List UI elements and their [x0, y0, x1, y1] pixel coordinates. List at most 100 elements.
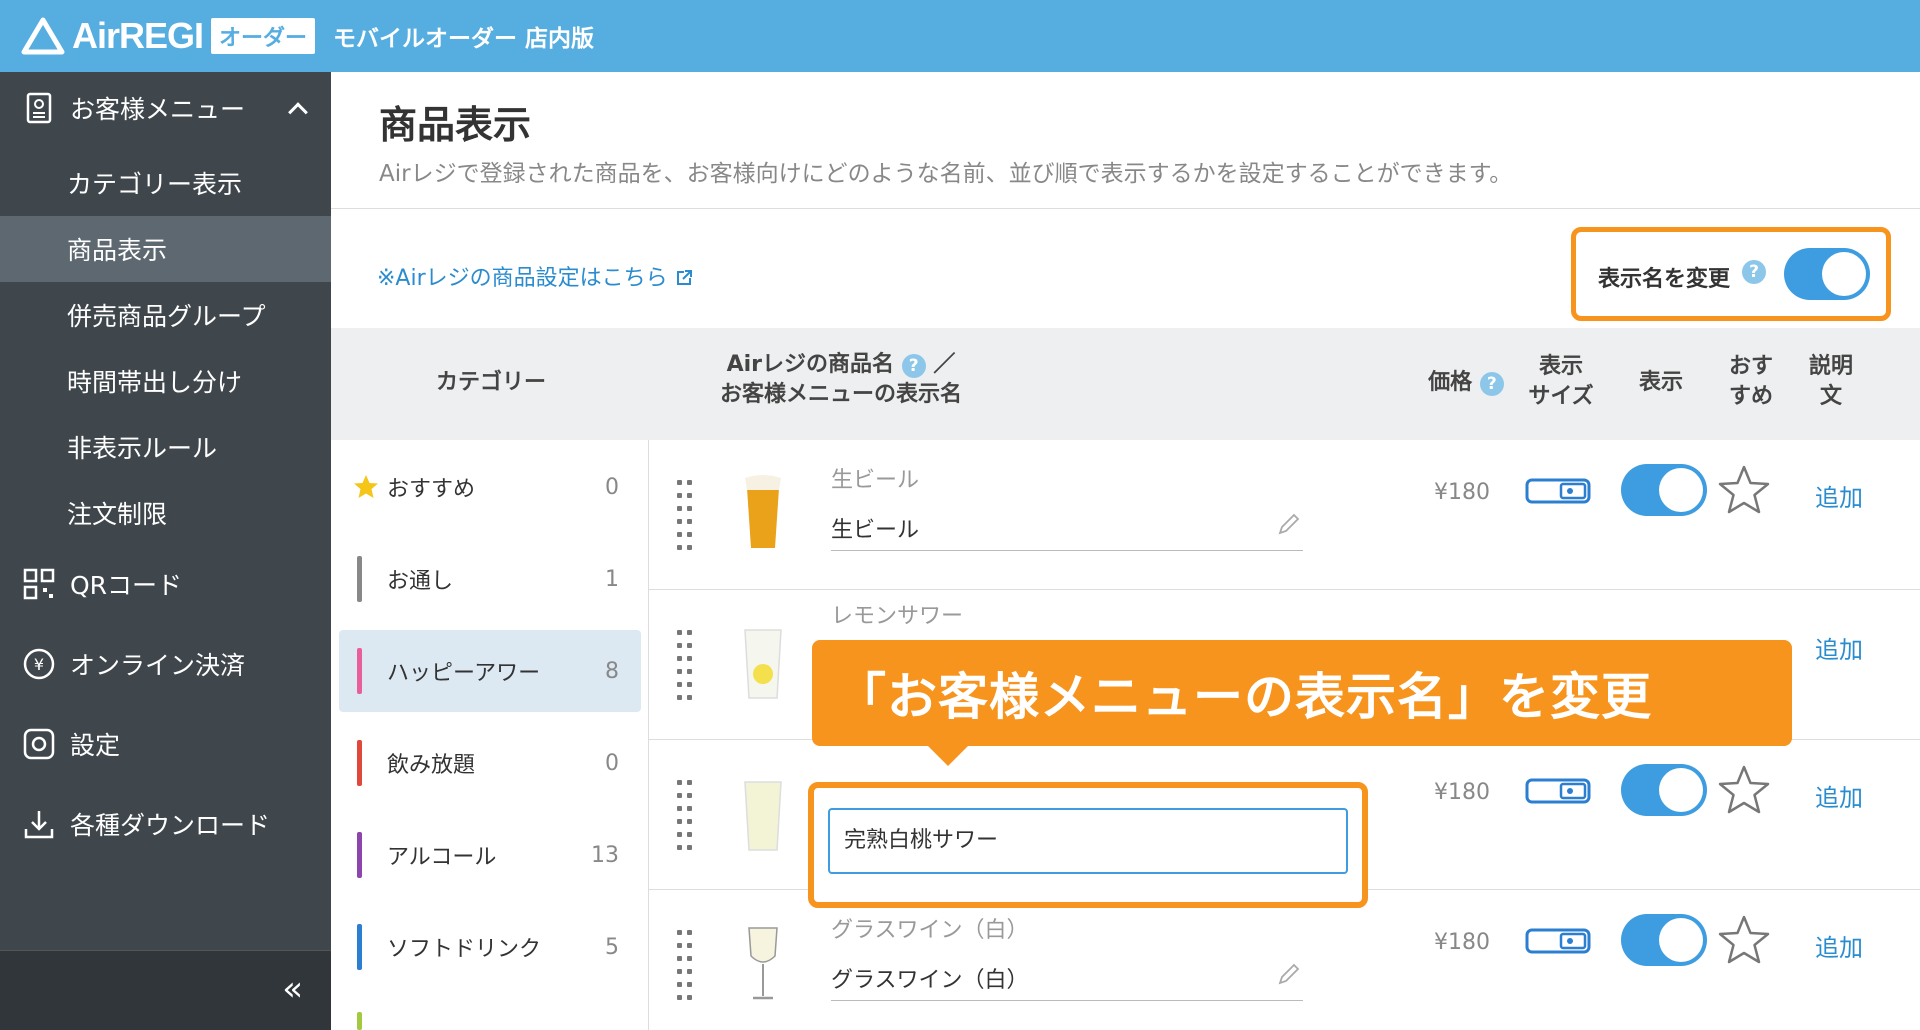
display-name-toggle-highlight: 表示名を変更 ?: [1571, 227, 1891, 321]
display-size-icon[interactable]: [1525, 778, 1591, 804]
star-outline-icon[interactable]: [1717, 914, 1771, 966]
callout-pointer: [926, 744, 970, 766]
category-item[interactable]: おすすめ 0: [339, 446, 641, 528]
add-description-link[interactable]: 追加: [1815, 778, 1863, 813]
sidebar-item-label: 各種ダウンロード: [70, 811, 271, 840]
category-name: お通し: [387, 569, 454, 594]
category-count: 5: [605, 934, 619, 960]
sidebar-item-label: 設定: [70, 731, 121, 760]
display-toggle[interactable]: [1621, 764, 1707, 816]
category-list: おすすめ 0 お通し 1 ハッピーアワー 8 飲み放題 0 アルコール 13 ソ…: [331, 440, 649, 1030]
white-wine-image: [748, 927, 778, 1000]
star-filled-icon: [354, 475, 378, 498]
star-outline-icon[interactable]: [1717, 764, 1771, 816]
toggle-label: 表示名を変更: [1598, 267, 1731, 292]
peach-sour-image: [744, 781, 782, 851]
sidebar-item-label: オンライン決済: [70, 651, 246, 680]
sidebar-item-settings[interactable]: 設定: [0, 708, 331, 780]
display-size-icon[interactable]: [1525, 478, 1591, 504]
category-count: 0: [605, 750, 619, 776]
category-item[interactable]: ハッピーアワー 8: [339, 630, 641, 712]
airregi-product-name: グラスワイン（白）: [831, 918, 1029, 943]
sidebar-item-timeslot[interactable]: 時間帯出し分け: [0, 348, 331, 414]
drag-handle-icon[interactable]: [677, 930, 695, 1002]
col-description: 説明文: [1801, 352, 1861, 412]
col-name-slash: ／: [933, 352, 956, 377]
col-size-line1: 表示: [1538, 354, 1583, 379]
category-count: 8: [605, 658, 619, 684]
page-title: 商品表示: [379, 103, 532, 147]
add-description-link[interactable]: 追加: [1815, 928, 1863, 963]
display-name-underline: [831, 1000, 1303, 1001]
airregi-product-name: 生ビール: [831, 468, 920, 493]
display-name-value[interactable]: 生ビール: [831, 512, 919, 544]
col-desc-line1: 説明: [1808, 354, 1853, 379]
pencil-icon[interactable]: [1277, 962, 1301, 986]
download-icon: [24, 811, 54, 839]
sidebar: お客様メニュー カテゴリー表示 商品表示 併売商品グループ 時間帯出し分け 非表…: [0, 72, 331, 1030]
category-name: 飲み放題: [387, 753, 476, 778]
category-item[interactable]: ソフトドリンク 5: [339, 906, 641, 988]
svg-text:¥: ¥: [34, 655, 44, 674]
help-icon[interactable]: ?: [1742, 260, 1766, 284]
help-icon[interactable]: ?: [901, 354, 926, 378]
display-name-underline: [831, 550, 1303, 551]
category-count: 1: [605, 566, 619, 592]
category-color-bar: [357, 740, 362, 786]
gear-icon: [23, 728, 55, 760]
add-description-link[interactable]: 追加: [1815, 478, 1863, 513]
sidebar-item-label: QRコード: [70, 571, 183, 600]
drag-handle-icon[interactable]: [677, 480, 695, 552]
category-color-bar: [357, 648, 362, 694]
category-item[interactable]: お通し 1: [339, 538, 641, 620]
category-name: アルコール: [387, 845, 497, 870]
col-price-label: 価格: [1428, 370, 1473, 395]
category-item[interactable]: 飲み放題 0: [339, 722, 641, 804]
menu-book-icon: [26, 92, 52, 124]
collapse-sidebar-button[interactable]: «: [282, 969, 303, 1009]
drag-handle-icon[interactable]: [677, 780, 695, 852]
display-name-toggle[interactable]: [1784, 248, 1870, 300]
airregi-product-settings-link[interactable]: ※Airレジの商品設定はこちら: [377, 260, 693, 292]
display-name-input[interactable]: 完熟白桃サワー: [828, 808, 1348, 874]
display-name-value[interactable]: グラスワイン（白）: [831, 962, 1029, 994]
sidebar-item-bundle-group[interactable]: 併売商品グループ: [0, 282, 331, 348]
category-name: おすすめ: [387, 477, 476, 502]
divider: [331, 208, 1920, 209]
category-item[interactable]: [339, 998, 641, 1030]
app-header: AirREGI オーダー モバイルオーダー 店内版: [0, 0, 1920, 72]
display-size-icon[interactable]: [1525, 928, 1591, 954]
instruction-callout: 「お客様メニューの表示名」を変更: [812, 640, 1792, 746]
col-category: カテゴリー: [435, 370, 546, 395]
link-label: ※Airレジの商品設定はこちら: [377, 266, 668, 291]
col-recommend: おす すめ: [1721, 352, 1781, 412]
star-outline-icon[interactable]: [1717, 464, 1771, 516]
sidebar-item-downloads[interactable]: 各種ダウンロード: [0, 788, 331, 860]
sidebar-item-hide-rule[interactable]: 非表示ルール: [0, 414, 331, 480]
logo-text: AirREGI: [72, 15, 204, 56]
sidebar-item-online-payment[interactable]: ¥ オンライン決済: [0, 628, 331, 700]
sidebar-item-order-limit[interactable]: 注文制限: [0, 480, 331, 546]
display-toggle[interactable]: [1621, 464, 1707, 516]
help-icon[interactable]: ?: [1479, 372, 1504, 396]
sidebar-item-customer-menu[interactable]: お客様メニュー: [0, 72, 331, 144]
logo-badge: オーダー: [211, 18, 316, 54]
header-subtitle: モバイルオーダー 店内版: [333, 26, 595, 52]
category-color-bar: [357, 924, 362, 970]
sidebar-item-product-display[interactable]: 商品表示: [0, 216, 331, 282]
category-name: ソフトドリンク: [387, 937, 542, 962]
category-count: 0: [605, 474, 619, 500]
category-name: ハッピーアワー: [387, 661, 541, 686]
airregi-product-name: レモンサワー: [831, 604, 964, 629]
drag-handle-icon[interactable]: [677, 630, 695, 702]
table-header: カテゴリー Airレジの商品名 ? ／ お客様メニューの表示名 価格 ? 表示サ…: [331, 328, 1920, 440]
add-description-link[interactable]: 追加: [1815, 630, 1863, 665]
sidebar-item-qrcode[interactable]: QRコード: [0, 548, 331, 620]
category-item[interactable]: アルコール 13: [339, 814, 641, 896]
logo-triangle-icon: [21, 17, 65, 55]
display-toggle[interactable]: [1621, 914, 1707, 966]
sidebar-item-category-display[interactable]: カテゴリー表示: [0, 150, 331, 216]
price: ¥180: [1434, 480, 1490, 505]
pencil-icon[interactable]: [1277, 512, 1301, 536]
price: ¥180: [1434, 780, 1490, 805]
